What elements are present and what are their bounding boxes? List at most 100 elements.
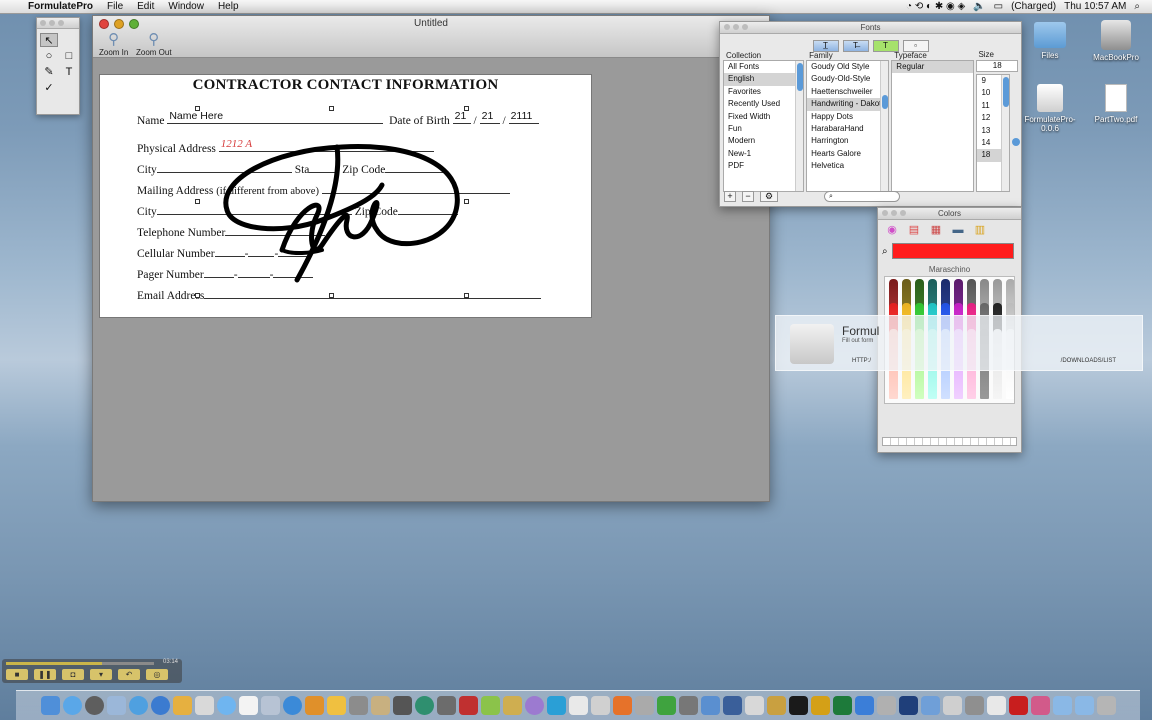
colors-close-button[interactable] [882,210,888,216]
selection-handle[interactable] [195,199,200,204]
app-icon[interactable] [744,696,764,715]
family-list[interactable]: Family Goudy Old Style Goudy-Old-Style H… [806,51,890,192]
app-icon[interactable] [854,696,874,715]
family-item[interactable]: Haettenschweiler [807,86,888,98]
cellular-area-field[interactable] [214,245,245,257]
settings-icon[interactable]: ◎ [146,669,168,680]
volume-icon[interactable]: 🔈 [973,0,985,14]
arrow-tool-icon[interactable]: ↖ [40,33,58,47]
collection-list[interactable]: Collection All Fonts English Favorites R… [723,51,805,192]
app-icon[interactable] [282,696,302,715]
menu-help[interactable]: Help [218,0,239,14]
safari-icon[interactable] [62,696,82,715]
dob-year-field[interactable]: 2111 [508,110,539,124]
colors-zoom-button[interactable] [900,210,906,216]
app-icon[interactable] [700,696,720,715]
document-titlebar[interactable]: Untitled ⚲ Zoom In ⚲ Zoom Out [93,16,769,58]
cellular-prefix-field[interactable] [248,245,275,257]
color-wheel-icon[interactable]: ◉ [884,224,900,237]
crayons-icon[interactable]: ▥ [972,224,988,237]
collection-item[interactable]: New-1 [724,148,803,160]
collection-item[interactable]: Fixed Width [724,111,803,123]
image-palettes-icon[interactable]: ▬ [950,224,966,237]
color-sliders-icon[interactable]: ▤ [906,224,922,237]
menu-clock[interactable]: Thu 10:57 AM [1064,0,1126,14]
selection-handle[interactable] [329,293,334,298]
current-color-swatch[interactable] [891,243,1014,259]
typeface-item[interactable]: Regular [892,61,974,74]
desktop-icon-formulatepro-dmg[interactable]: FormulatePro-0.0.6 [1018,84,1082,133]
selection-handle[interactable] [464,106,469,111]
pause-icon[interactable]: ❚❚ [34,669,56,680]
family-item[interactable]: HarabaraHand [807,123,888,135]
marker-icon[interactable]: ▾ [90,669,112,680]
app-icon[interactable] [612,696,632,715]
text-tool-icon[interactable]: T [60,65,78,79]
ichat-icon[interactable] [216,696,236,715]
app-icon[interactable] [788,696,808,715]
size-list[interactable]: 9 10 11 12 13 14 18 [976,74,1011,192]
desktop-icon-parttwo-pdf[interactable]: PartTwo.pdf [1084,84,1148,124]
family-item[interactable]: Goudy Old Style [807,61,888,73]
zip2-field[interactable] [397,203,458,215]
app-icon[interactable] [458,696,478,715]
selection-handle[interactable] [464,199,469,204]
app-icon[interactable] [656,696,676,715]
city-field[interactable] [156,161,292,173]
dob-month-field[interactable]: 21 [452,110,471,124]
app-icon[interactable] [920,696,940,715]
checkmark-tool-icon[interactable]: ✓ [40,81,58,95]
media-progress-track[interactable] [6,662,154,665]
collection-item[interactable]: Fun [724,123,803,135]
size-scrollbar[interactable] [1001,75,1010,191]
app-icon[interactable] [964,696,984,715]
app-icon[interactable] [766,696,786,715]
collection-item[interactable]: Recently Used [724,98,803,110]
family-item[interactable]: Goudy-Old-Style [807,73,888,85]
app-icon[interactable] [194,696,214,715]
state-field[interactable] [309,161,340,173]
app-icon[interactable] [546,696,566,715]
typeface-list[interactable]: Typeface Regular [891,51,975,192]
app-icon[interactable] [326,696,346,715]
family-item[interactable]: Handwriting - Dakota [807,98,889,111]
ellipse-tool-icon[interactable]: ○ [40,49,58,63]
collection-item[interactable]: All Fonts [724,61,803,73]
collection-item[interactable]: PDF [724,160,803,172]
pager-area-field[interactable] [203,266,234,278]
colors-minimize-button[interactable] [891,210,897,216]
folder-icon[interactable] [1074,696,1094,715]
menu-app-name[interactable]: FormulatePro [28,0,93,14]
city2-field[interactable] [156,203,352,215]
battery-icon[interactable]: ▭ [994,0,1003,14]
menu-edit[interactable]: Edit [137,0,154,14]
stop-icon[interactable]: ■ [6,669,28,680]
colors-titlebar[interactable]: Colors [878,208,1021,220]
selection-handle[interactable] [464,293,469,298]
family-item[interactable]: Helvetica [807,160,888,172]
zoom-out-button[interactable]: ⚲ Zoom Out [136,32,172,58]
signature-tool-icon[interactable]: ✎ [40,65,58,79]
camera-icon[interactable]: ◘ [62,669,84,680]
app-icon[interactable] [722,696,742,715]
app-icon[interactable] [590,696,610,715]
rectangle-tool-icon[interactable]: □ [60,49,78,63]
app-icon[interactable] [810,696,830,715]
photoshop-icon[interactable] [898,696,918,715]
status-icons[interactable]: ◔ ⟲ ◐ ✱ ◉ ◈ [906,0,965,14]
telephone-field[interactable] [225,224,326,236]
dob-day-field[interactable]: 21 [479,110,500,124]
physical-field[interactable]: 1212 A [218,138,434,152]
app-icon[interactable] [304,696,324,715]
app-icon[interactable] [150,696,170,715]
remove-collection-button[interactable]: − [742,190,754,202]
collection-item[interactable]: Modern [724,135,803,147]
fonts-titlebar[interactable]: Fonts [720,22,1021,34]
folder-icon[interactable] [1052,696,1072,715]
cellular-line-field[interactable] [278,245,311,257]
zip-field[interactable] [385,161,446,173]
collection-item[interactable]: English [724,73,804,86]
menu-window[interactable]: Window [168,0,204,14]
app-icon[interactable] [1030,696,1050,715]
fonts-close-button[interactable] [724,24,730,30]
